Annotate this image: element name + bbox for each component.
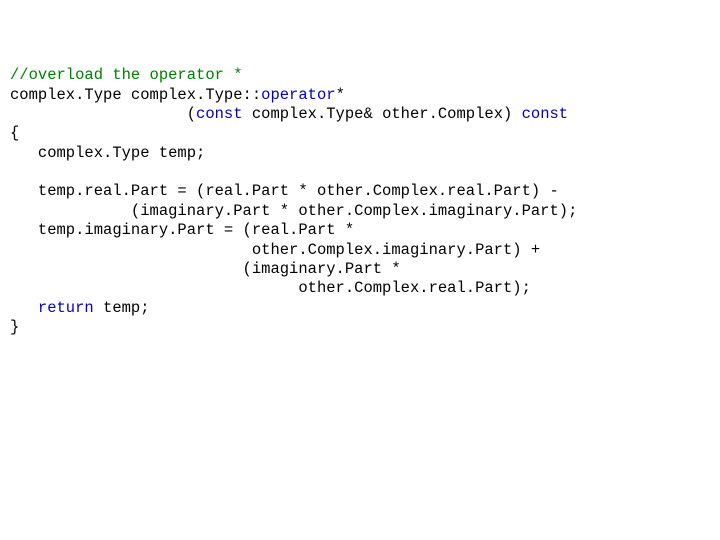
code-token: }	[10, 318, 19, 336]
code-token: complex.Type complex.Type::	[10, 86, 261, 104]
code-token: complex.Type temp;	[10, 144, 205, 162]
code-token: other.Complex.imaginary.Part) +	[10, 241, 540, 259]
code-token: *	[336, 86, 345, 104]
code-token: (	[10, 105, 196, 123]
code-token: complex.Type& other.Complex)	[243, 105, 522, 123]
code-token: const	[522, 105, 569, 123]
code-token: (imaginary.Part *	[10, 260, 401, 278]
code-token: const	[196, 105, 243, 123]
code-token: operator	[261, 86, 335, 104]
code-token	[10, 299, 38, 317]
code-token: (imaginary.Part * other.Complex.imaginar…	[10, 202, 577, 220]
code-token: temp.imaginary.Part = (real.Part *	[10, 221, 354, 239]
code-token: temp.real.Part = (real.Part * other.Comp…	[10, 182, 559, 200]
code-token: //overload the operator *	[10, 66, 243, 84]
code-token: return	[38, 299, 94, 317]
code-token: temp;	[94, 299, 150, 317]
code-token: other.Complex.real.Part);	[10, 279, 531, 297]
code-token: {	[10, 124, 19, 142]
code-block: //overload the operator * complex.Type c…	[10, 66, 710, 337]
